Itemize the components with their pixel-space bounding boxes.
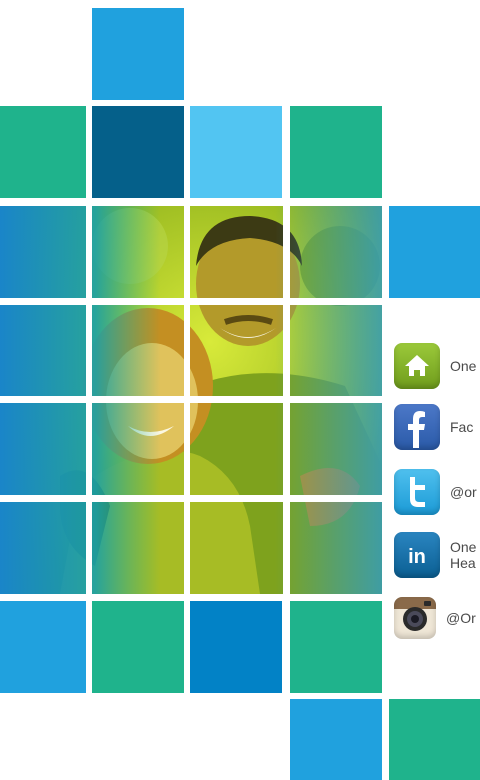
social-link-instagram[interactable]: @Or (394, 597, 476, 639)
mosaic-tile (290, 106, 382, 198)
mosaic-tile (290, 601, 382, 693)
social-link-label-line2: Hea (450, 555, 476, 571)
social-link-label: Fac (450, 419, 474, 435)
social-link-label: One (450, 539, 477, 555)
svg-text:in: in (408, 546, 426, 568)
facebook-icon (394, 404, 440, 450)
twitter-icon (394, 469, 440, 515)
mosaic-tile (389, 206, 480, 298)
mosaic-tile (190, 106, 282, 198)
social-link-label: One (450, 358, 477, 374)
mosaic-tile (92, 106, 184, 198)
mosaic-tile (92, 601, 184, 693)
social-link-label: @or (450, 484, 477, 500)
social-link-label-multiline: One Hea (450, 539, 476, 571)
social-link-twitter[interactable]: @or (394, 469, 477, 515)
mosaic-tile (92, 8, 184, 100)
mosaic-tile (0, 601, 86, 693)
couple-photo (0, 206, 382, 594)
linkedin-icon: in (394, 532, 440, 578)
social-link-linkedin[interactable]: in One Hea (394, 532, 476, 578)
mosaic-tile (0, 106, 86, 198)
instagram-icon (394, 597, 436, 639)
mosaic-tile (389, 699, 480, 780)
social-link-label: @Or (446, 610, 476, 626)
social-link-home[interactable]: One (394, 343, 476, 389)
mosaic-tile (190, 601, 282, 693)
social-link-facebook[interactable]: Fac (394, 404, 473, 450)
home-icon (394, 343, 440, 389)
mosaic-tile (290, 699, 382, 780)
